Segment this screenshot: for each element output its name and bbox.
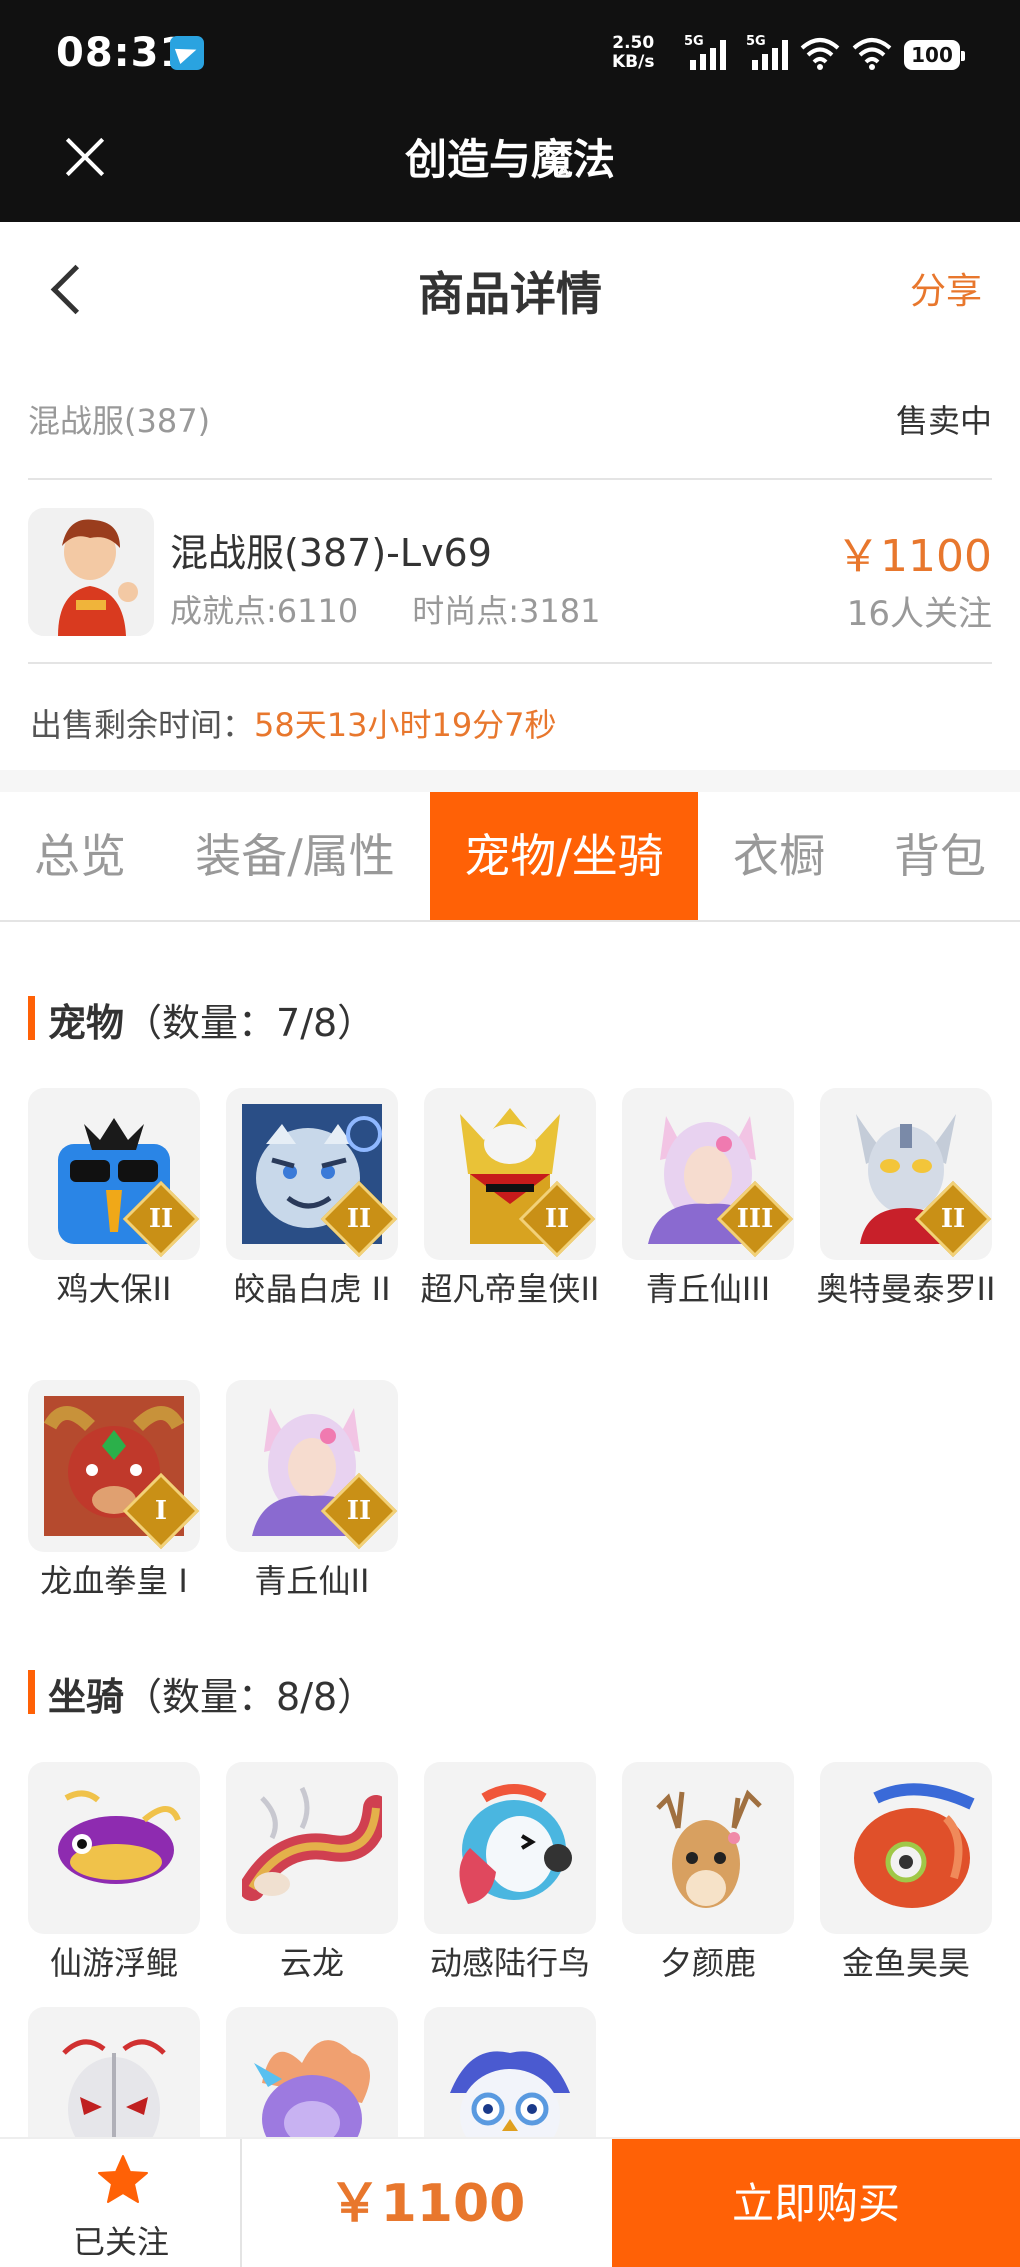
battery-icon: 100: [904, 40, 965, 70]
pet-name: 奥特曼泰罗II: [816, 1270, 996, 1308]
pet-item[interactable]: II 超凡帝皇侠II: [421, 1088, 599, 1312]
character-stats: 成就点:6110 时尚点:3181: [170, 586, 600, 632]
tab-wardrobe[interactable]: 衣橱: [698, 792, 860, 920]
rank-badge: I: [154, 1496, 168, 1526]
pet-item[interactable]: I 龙血拳皇 I: [28, 1380, 200, 1604]
pet-name: 龙血拳皇 I: [40, 1562, 188, 1600]
pet-name: 青丘仙II: [254, 1562, 370, 1600]
star-icon: [98, 2155, 148, 2203]
mount-item[interactable]: 云龙: [226, 1762, 398, 1986]
cloud-dragon-icon: [226, 1762, 398, 1934]
remaining-time-label: 出售剩余时间：: [30, 706, 255, 744]
page-title: 商品详情: [418, 267, 602, 321]
character-avatar: [28, 508, 154, 636]
buy-now-button[interactable]: 立即购买: [612, 2139, 1020, 2267]
rank-badge: II: [346, 1496, 372, 1526]
pet-item[interactable]: II 皎晶白虎 II: [226, 1088, 398, 1312]
status-time: 08:31: [56, 30, 189, 76]
fashion-points: 时尚点:3181: [412, 592, 601, 630]
share-button[interactable]: 分享: [910, 262, 982, 314]
server-row: 混战服(387) 售卖中: [28, 370, 992, 480]
mount-name: 夕颜鹿: [659, 1944, 756, 1982]
pet-name: 青丘仙III: [645, 1270, 771, 1308]
headphone-bird-icon: [424, 1762, 596, 1934]
net-speed-unit: KB/s: [612, 52, 655, 72]
mount-name: 动感陆行鸟: [429, 1944, 590, 1982]
pets-title: 宠物: [48, 1001, 125, 1045]
pet-name: 鸡大保II: [56, 1270, 172, 1308]
red-bull-icon: I: [28, 1380, 200, 1552]
mount-item[interactable]: 金鱼昊昊: [820, 1762, 992, 1986]
golden-armor-icon: II: [424, 1088, 596, 1260]
mount-name: 云龙: [279, 1944, 344, 1982]
pet-item[interactable]: II 青丘仙II: [226, 1380, 398, 1604]
character-name: 混战服(387)-Lv69: [170, 531, 492, 575]
mount-item[interactable]: 夕颜鹿: [622, 1762, 794, 1986]
app-bar: 创造与魔法: [0, 110, 1020, 222]
server-name: 混战服(387): [28, 402, 211, 440]
signal-type-label: 5G: [684, 34, 704, 49]
blue-chicken-icon: II: [28, 1088, 200, 1260]
mount-item[interactable]: 仙游浮鲲: [28, 1762, 200, 1986]
rank-badge: II: [544, 1204, 570, 1234]
rank-badge: III: [736, 1204, 774, 1234]
mounts-title: 坐骑: [48, 1675, 125, 1719]
flying-fish-icon: [28, 1762, 200, 1934]
bottom-price: ￥1100: [328, 2174, 526, 2234]
fox-fairy-icon: II: [226, 1380, 398, 1552]
rank-badge: II: [148, 1204, 174, 1234]
sale-status: 售卖中: [895, 402, 992, 440]
ultraman-icon: II: [820, 1088, 992, 1260]
tab-equipment[interactable]: 装备/属性: [160, 792, 430, 920]
status-bar: 08:31 2.50 KB/s 5G 5G 100: [0, 0, 1020, 110]
follow-button[interactable]: 已关注: [0, 2139, 242, 2267]
mount-name: 仙游浮鲲: [49, 1944, 178, 1982]
deer-icon: [622, 1762, 794, 1934]
bottom-action-bar: 已关注 ￥1100 立即购买: [0, 2137, 1020, 2267]
mounts-section-title: 坐骑（数量：8/8）: [28, 1666, 375, 1721]
tab-bar: 总览 装备/属性 宠物/坐骑 衣橱 背包: [0, 792, 1020, 922]
goldfish-icon: [820, 1762, 992, 1934]
wifi-icon: [800, 38, 840, 70]
pet-item[interactable]: III 青丘仙III: [622, 1088, 794, 1312]
tab-overview[interactable]: 总览: [0, 792, 160, 920]
tab-backpack[interactable]: 背包: [860, 792, 1020, 920]
product-summary: 混战服(387)-Lv69 成就点:6110 时尚点:3181 ￥1100 16人…: [28, 482, 992, 664]
signal-icon: 5G: [746, 34, 788, 70]
wifi-icon: [852, 38, 892, 70]
remaining-time: 出售剩余时间：58天13小时19分7秒: [30, 700, 557, 746]
rank-badge: II: [940, 1204, 966, 1234]
mount-name: 金鱼昊昊: [841, 1944, 970, 1982]
listing-price: ￥1100: [836, 531, 992, 582]
tab-pets-mounts[interactable]: 宠物/坐骑: [430, 792, 698, 920]
pet-name: 皎晶白虎 II: [233, 1270, 391, 1308]
follow-label: 已关注: [72, 2223, 169, 2261]
rank-badge: II: [346, 1204, 372, 1234]
fox-fairy-icon: III: [622, 1088, 794, 1260]
remaining-time-value: 58天13小时19分7秒: [254, 706, 557, 744]
section-divider: [0, 770, 1020, 792]
pet-item[interactable]: II 奥特曼泰罗II: [817, 1088, 995, 1312]
pet-item[interactable]: II 鸡大保II: [28, 1088, 200, 1312]
white-tiger-icon: II: [226, 1088, 398, 1260]
signal-type-label: 5G: [746, 34, 766, 49]
pets-section-title: 宠物（数量：7/8）: [28, 992, 375, 1047]
follower-count: 16人关注: [846, 594, 992, 634]
mounts-count: （数量：8/8）: [124, 1675, 376, 1719]
achievement-points: 成就点:6110: [170, 592, 359, 630]
signal-icon: 5G: [684, 34, 726, 70]
pets-count: （数量：7/8）: [124, 1001, 376, 1045]
telegram-icon: [170, 36, 204, 70]
mount-item[interactable]: 动感陆行鸟: [424, 1762, 596, 1986]
nav-bar: 商品详情 分享: [0, 222, 1020, 352]
net-speed: 2.50 KB/s: [612, 34, 654, 72]
net-speed-value: 2.50: [612, 33, 655, 53]
app-title: 创造与魔法: [404, 135, 615, 184]
pet-name: 超凡帝皇侠II: [420, 1270, 600, 1308]
